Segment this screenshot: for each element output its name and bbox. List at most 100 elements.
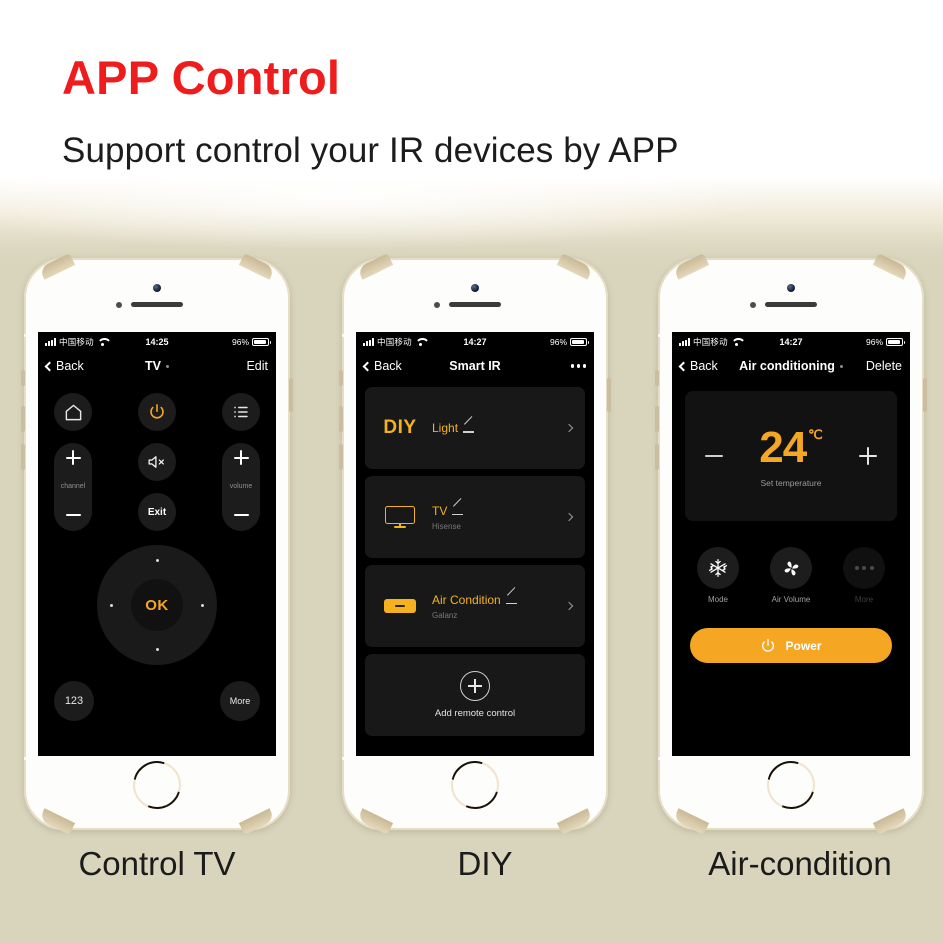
list-item-title: Light — [432, 421, 566, 435]
volume-up-icon[interactable] — [233, 450, 249, 465]
phone-mockup-control-tv: 中国移动 14:25 96% Back TV Edit channel Exit… — [21, 253, 293, 835]
front-camera — [787, 284, 795, 292]
back-button[interactable]: Back — [678, 359, 718, 373]
volume-label: volume — [229, 482, 253, 490]
phone-volume-down-button[interactable] — [339, 444, 343, 470]
list-item-air-condition[interactable]: Air Condition Galanz — [365, 565, 585, 647]
phone-power-button[interactable] — [607, 378, 611, 412]
dpad-left-indicator[interactable] — [110, 603, 113, 607]
channel-label: channel — [60, 482, 86, 490]
power-icon — [760, 638, 776, 654]
power-button[interactable] — [138, 393, 176, 431]
back-label: Back — [56, 359, 84, 373]
phone-power-button[interactable] — [289, 378, 293, 412]
home-icon — [64, 403, 83, 422]
ac-glyph — [384, 599, 416, 613]
dpad-right-indicator[interactable] — [201, 603, 204, 607]
edit-button[interactable]: Edit — [246, 359, 268, 373]
status-bar: 中国移动 14:25 96% — [38, 332, 276, 351]
earpiece-speaker — [449, 302, 501, 307]
phone-home-button[interactable] — [133, 761, 181, 809]
phone-mute-switch[interactable] — [339, 370, 343, 386]
air-volume-button[interactable]: Air Volume — [762, 547, 820, 604]
device-brand: Hisense — [432, 521, 461, 531]
phone-volume-down-button[interactable] — [21, 444, 25, 470]
channel-stepper[interactable]: channel — [54, 443, 92, 531]
device-name: Light — [432, 421, 459, 435]
temperature-decrease-button[interactable] — [703, 445, 725, 467]
status-dot — [165, 365, 169, 369]
temperature-unit: ℃ — [808, 426, 823, 442]
clock-label: 14:27 — [779, 336, 803, 347]
proximity-sensor — [116, 302, 122, 308]
status-dot — [839, 365, 843, 369]
battery-icon — [252, 337, 271, 346]
delete-button[interactable]: Delete — [866, 359, 902, 373]
back-button[interactable]: Back — [44, 359, 84, 373]
back-button[interactable]: Back — [362, 359, 402, 373]
phone-volume-up-button[interactable] — [655, 406, 659, 432]
air-conditioner-icon — [378, 599, 422, 613]
power-icon — [148, 403, 166, 421]
temperature-card: 24 ℃ Set temperature — [685, 391, 897, 521]
list-item-title: TV — [432, 504, 566, 518]
list-item-text: Air Condition Galanz — [432, 593, 566, 620]
list-item-tv[interactable]: TV Hisense — [365, 476, 585, 558]
snowflake-icon — [708, 558, 728, 578]
add-remote-control-button[interactable]: Add remote control — [365, 654, 585, 736]
volume-stepper[interactable]: volume — [222, 443, 260, 531]
mode-row: Mode Air Volume More — [685, 547, 897, 604]
add-remote-label: Add remote control — [434, 708, 516, 719]
mode-button[interactable]: Mode — [689, 547, 747, 604]
ok-button[interactable]: OK — [131, 579, 183, 631]
mode-label: Mode — [707, 595, 728, 604]
home-button[interactable] — [54, 393, 92, 431]
phone-volume-down-button[interactable] — [655, 444, 659, 470]
front-camera — [153, 284, 161, 292]
edit-pencil-icon[interactable] — [505, 594, 517, 605]
battery-icon — [886, 337, 905, 346]
more-options-button[interactable]: More — [835, 547, 893, 604]
phone-home-button[interactable] — [767, 761, 815, 809]
proximity-sensor — [434, 302, 440, 308]
channel-up-icon[interactable] — [65, 450, 81, 465]
more-button[interactable]: More — [220, 681, 260, 721]
edit-pencil-icon[interactable] — [463, 423, 475, 434]
list-item-diy[interactable]: DIY Light — [365, 387, 585, 469]
list-item-title: Air Condition — [432, 593, 566, 607]
phone-mute-switch[interactable] — [655, 370, 659, 386]
phone-antenna-dot — [24, 757, 27, 760]
edit-pencil-icon[interactable] — [452, 505, 464, 516]
dpad-up-indicator[interactable] — [155, 559, 159, 562]
channel-down-icon[interactable] — [65, 507, 81, 522]
dpad-control[interactable]: OK — [97, 545, 217, 665]
phone2-navbar: Back Smart IR — [356, 351, 594, 381]
phone-antenna-dot — [24, 334, 27, 337]
phone-antenna-dot — [658, 757, 661, 760]
air-volume-label: Air Volume — [771, 595, 811, 604]
power-button[interactable]: Power — [690, 628, 892, 663]
temperature-increase-button[interactable] — [857, 445, 879, 467]
phone-mute-switch[interactable] — [21, 370, 25, 386]
menu-button[interactable] — [222, 393, 260, 431]
phone-antenna-dot — [342, 334, 345, 337]
navbar-title-text: TV — [145, 359, 161, 373]
chevron-right-icon — [564, 423, 574, 433]
dpad-down-indicator[interactable] — [155, 648, 159, 651]
phone-volume-up-button[interactable] — [339, 406, 343, 432]
phone-home-button[interactable] — [451, 761, 499, 809]
volume-down-icon[interactable] — [233, 507, 249, 522]
exit-button[interactable]: Exit — [138, 493, 176, 531]
more-circle — [843, 547, 885, 589]
more-options-button[interactable] — [570, 364, 586, 368]
numeric-keypad-button[interactable]: 123 — [54, 681, 94, 721]
earpiece-speaker — [765, 302, 817, 307]
tv-icon — [378, 506, 422, 528]
phone-power-button[interactable] — [923, 378, 927, 412]
phone-antenna-dot — [658, 334, 661, 337]
ellipsis-icon — [854, 566, 874, 570]
mute-button[interactable] — [138, 443, 176, 481]
device-list: DIY Light TV Hisense Air Condition Galan… — [356, 381, 594, 736]
temperature-display: 24 ℃ Set temperature — [759, 424, 823, 488]
phone-volume-up-button[interactable] — [21, 406, 25, 432]
